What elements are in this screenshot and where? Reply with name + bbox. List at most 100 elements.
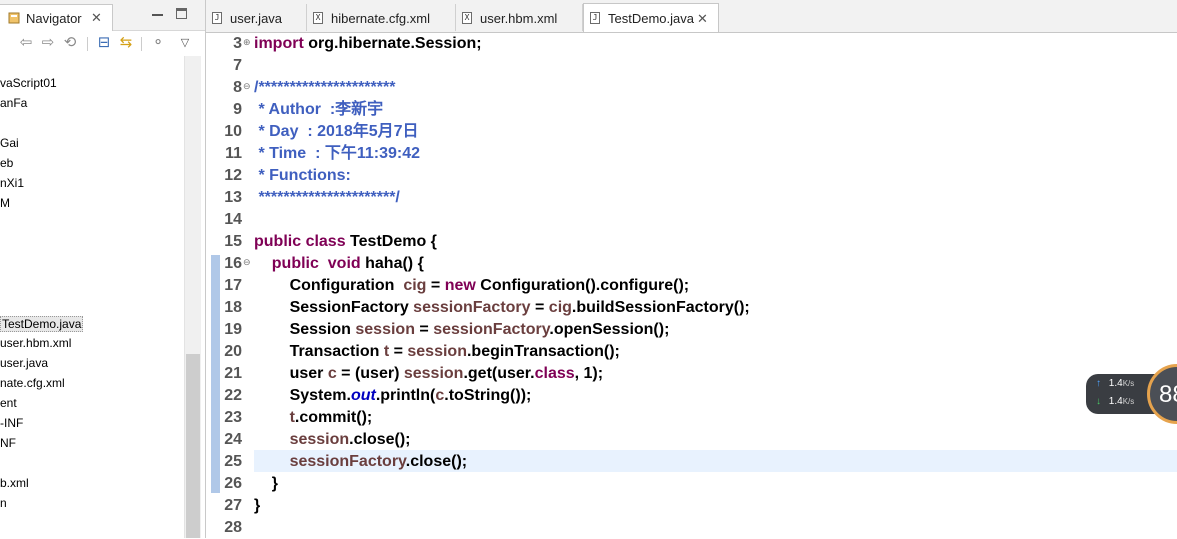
code-token: .println( xyxy=(375,387,436,404)
code-token: * Day : 2018年5月7日 xyxy=(254,123,419,140)
line-number: 11 xyxy=(225,145,242,162)
tree-item[interactable]: eb xyxy=(0,156,13,170)
code-token: session xyxy=(403,365,464,382)
code-token: cig xyxy=(548,299,572,316)
tree-item[interactable]: Gai xyxy=(0,136,19,150)
code-line[interactable]: /********************** xyxy=(254,77,395,99)
filter-icon[interactable]: ⚬ xyxy=(150,35,166,51)
code-line[interactable]: session.close(); xyxy=(254,429,411,451)
code-line[interactable]: t.commit(); xyxy=(254,407,373,429)
code-line[interactable]: } xyxy=(254,473,278,495)
code-token: = xyxy=(530,299,549,316)
code-line[interactable]: Configuration cig = new Configuration().… xyxy=(254,275,690,297)
line-number: 22 xyxy=(224,387,242,404)
collapse-all-icon[interactable]: ⊟ xyxy=(96,35,112,51)
code-token: * Time : 下午11:39:42 xyxy=(254,145,421,162)
minimize-view-button[interactable] xyxy=(152,8,163,19)
code-line[interactable]: import org.hibernate.Session; xyxy=(254,33,482,55)
code-token: = (user) xyxy=(336,365,404,382)
tab-hibernate-cfg-xml[interactable]: Xhibernate.cfg.xml xyxy=(307,4,456,31)
memory-percent: 88 xyxy=(1159,381,1177,408)
tree-item[interactable]: anFa xyxy=(0,96,27,110)
code-line[interactable]: } xyxy=(254,495,260,517)
code-token: .commit(); xyxy=(294,409,373,426)
scrollbar-thumb[interactable] xyxy=(186,354,200,538)
line-number: 7 xyxy=(233,57,242,74)
line-number: 13 xyxy=(224,189,242,206)
maximize-view-button[interactable] xyxy=(176,8,187,19)
tree-item[interactable]: b.xml xyxy=(0,476,29,490)
close-icon[interactable]: ✕ xyxy=(697,11,708,27)
code-token: .beginTransaction(); xyxy=(466,343,620,360)
tree-item[interactable]: TestDemo.java xyxy=(0,316,84,332)
tree-item[interactable]: ent xyxy=(0,396,17,410)
code-token: = xyxy=(389,343,408,360)
code-line[interactable]: Session session = sessionFactory.openSes… xyxy=(254,319,670,341)
tree-item[interactable]: M xyxy=(0,196,10,210)
code-line[interactable]: **********************/ xyxy=(254,187,400,209)
tree-item[interactable]: nate.cfg.xml xyxy=(0,376,65,390)
tree-item[interactable]: -INF xyxy=(0,416,23,430)
code-line[interactable]: * Author :李新宇 xyxy=(254,99,383,121)
navigator-tree: vaScript01 anFa Gai eb nXi1 M TestDemo.java use… xyxy=(0,60,184,538)
tab-label: TestDemo.java xyxy=(608,11,694,26)
code-line[interactable]: public class TestDemo { xyxy=(254,231,437,253)
line-number: 18 xyxy=(224,299,242,316)
tab-testdemo-java[interactable]: J TestDemo.java ✕ xyxy=(583,3,719,32)
code-token: SessionFactory xyxy=(254,299,414,316)
close-icon[interactable]: ✕ xyxy=(91,10,102,26)
code-token: class xyxy=(534,365,575,382)
code-token: c xyxy=(327,365,337,382)
code-line[interactable]: * Time : 下午11:39:42 xyxy=(254,143,420,165)
link-with-editor-icon[interactable]: ⇆ xyxy=(118,35,134,51)
code-line[interactable]: user c = (user) session.get(user.class, … xyxy=(254,363,604,385)
tree-item[interactable]: user.hbm.xml xyxy=(0,336,71,350)
line-number: 10 xyxy=(224,123,242,140)
collapse-fold-icon[interactable]: ⊖ xyxy=(243,257,251,268)
java-file-icon: J xyxy=(590,12,600,24)
back-arrow-icon[interactable]: ⇦ xyxy=(18,35,34,51)
tab-navigator[interactable]: Navigator ✕ xyxy=(0,4,113,31)
navigator-scrollbar[interactable] xyxy=(184,56,201,538)
code-token: import xyxy=(254,35,304,52)
code-editor[interactable]: 3 ⊕ 7 8 ⊖ 9 10 11 12 13 14 15 16 ⊖ 17 18 19 20 21 22 23 24 25 2… xyxy=(206,33,1177,538)
code-line[interactable]: * Functions: xyxy=(254,165,350,187)
tree-item[interactable]: user.java xyxy=(0,356,48,370)
tab-user-hbm-xml[interactable]: Xuser.hbm.xml xyxy=(456,4,583,31)
code-token: **********************/ xyxy=(254,189,400,206)
editor-area: Juser.java Xhibernate.cfg.xml Xuser.hbm.xm… xyxy=(206,0,1177,538)
code-token: Configuration xyxy=(254,277,404,294)
line-number: 9 xyxy=(233,101,242,118)
code-token: session xyxy=(355,321,415,338)
navigator-view: Navigator ✕ ⇦ ⇨ ⟲ ⊟ ⇆ ⚬ ▽ vaScript01 anFa… xyxy=(0,0,206,538)
line-number: 19 xyxy=(224,321,242,338)
code-line[interactable]: Transaction t = session.beginTransaction… xyxy=(254,341,620,363)
forward-arrow-icon[interactable]: ⇨ xyxy=(40,35,56,51)
code-token: session xyxy=(407,343,467,360)
line-number: 25 xyxy=(224,453,242,470)
tree-item[interactable]: nXi1 xyxy=(0,176,24,190)
code-line[interactable]: sessionFactory.close(); xyxy=(254,451,468,473)
line-number: 15 xyxy=(224,233,242,250)
code-token: .toString()); xyxy=(444,387,532,404)
editor-tabbar: Juser.java Xhibernate.cfg.xml Xuser.hbm.xm… xyxy=(206,0,1177,33)
code-line[interactable]: * Day : 2018年5月7日 xyxy=(254,121,419,143)
line-number: 17 xyxy=(224,277,242,294)
line-number: 8 xyxy=(233,79,242,96)
collapse-fold-icon[interactable]: ⊖ xyxy=(243,81,251,92)
code-token: new xyxy=(444,277,476,294)
navigator-toolbar: ⇦ ⇨ ⟲ ⊟ ⇆ ⚬ ▽ xyxy=(0,31,205,57)
code-line[interactable]: System.out.println(c.toString()); xyxy=(254,385,532,407)
tree-item[interactable]: n xyxy=(0,496,7,510)
code-token: , 1); xyxy=(574,365,604,382)
code-line[interactable]: SessionFactory sessionFactory = cig.buil… xyxy=(254,297,750,319)
tab-user-java[interactable]: Juser.java xyxy=(206,4,307,31)
code-line[interactable]: public void haha() { xyxy=(254,253,424,275)
tree-item[interactable]: vaScript01 xyxy=(0,76,57,90)
code-token: /********************** xyxy=(254,79,396,96)
up-icon[interactable]: ⟲ xyxy=(62,35,78,51)
expand-fold-icon[interactable]: ⊕ xyxy=(243,37,251,48)
view-menu-icon[interactable]: ▽ xyxy=(177,35,193,51)
tree-item[interactable]: NF xyxy=(0,436,16,450)
